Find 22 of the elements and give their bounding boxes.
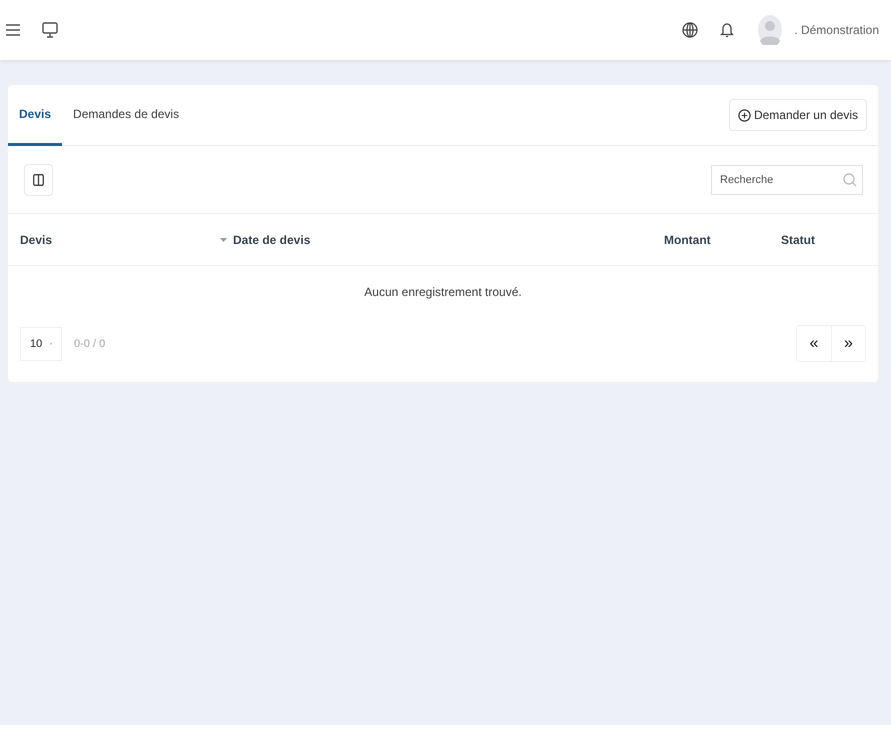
request-quote-button[interactable]: Demander un devis [728, 99, 867, 131]
tab[interactable]: Devis [8, 86, 62, 146]
record-range: 0-0 / 0 [74, 338, 106, 350]
next-page-button[interactable]: » [831, 326, 865, 361]
empty-message: Aucun enregistrement trouvé. [364, 285, 522, 299]
plus-circle-icon [738, 108, 751, 122]
tab[interactable]: Demandes de devis [62, 86, 190, 146]
user-name[interactable]: . Démonstration [794, 23, 879, 37]
column-header[interactable]: Date de devis [233, 232, 310, 246]
search-field[interactable]: Recherche [711, 164, 863, 194]
globe-icon[interactable] [682, 22, 698, 38]
menu-icon[interactable] [6, 24, 20, 36]
sort-icon[interactable] [220, 238, 227, 242]
page-size-select[interactable]: 10 [20, 326, 62, 360]
columns-icon [33, 174, 44, 186]
search-icon [843, 172, 857, 186]
bell-icon[interactable] [720, 22, 734, 38]
column-header[interactable]: Montant [664, 232, 711, 246]
column-header[interactable]: Statut [781, 232, 815, 246]
monitor-icon[interactable] [42, 22, 58, 38]
column-header[interactable]: Devis [20, 232, 52, 246]
columns-button[interactable] [24, 164, 53, 196]
